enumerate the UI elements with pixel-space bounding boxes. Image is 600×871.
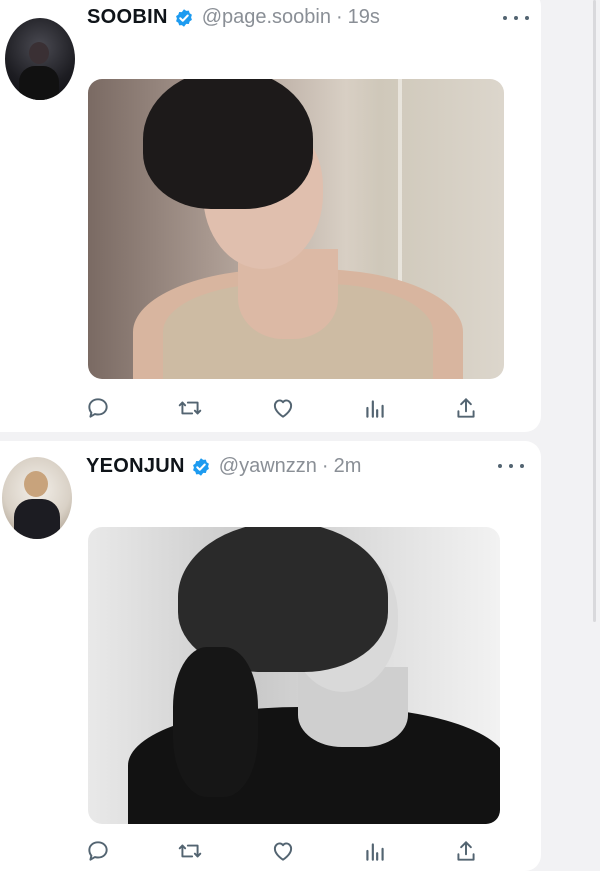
like-icon[interactable] (270, 838, 296, 864)
dot (509, 464, 513, 468)
share-icon[interactable] (453, 838, 479, 864)
share-icon[interactable] (453, 395, 479, 421)
photo-figure-shape (173, 647, 258, 797)
tweet-photo[interactable] (88, 79, 504, 379)
scrollbar[interactable] (593, 0, 596, 622)
photo-figure-shape (143, 79, 313, 209)
dot (503, 16, 507, 20)
avatar[interactable] (2, 457, 72, 539)
verified-badge-icon (192, 457, 209, 476)
tweet-header: SOOBIN @page.soobin · 19s (87, 6, 380, 29)
avatar-body-shape (19, 66, 59, 100)
avatar-body-shape (14, 499, 60, 539)
reply-icon[interactable] (85, 395, 111, 421)
dot (514, 16, 518, 20)
tweet-actions (85, 395, 485, 421)
timestamp[interactable]: 19s (348, 6, 380, 29)
retweet-icon[interactable] (177, 838, 203, 864)
timestamp[interactable]: 2m (334, 455, 362, 478)
views-icon[interactable] (362, 395, 388, 421)
views-icon[interactable] (362, 838, 388, 864)
like-icon[interactable] (270, 395, 296, 421)
display-name[interactable]: SOOBIN (87, 6, 168, 29)
separator: · (336, 6, 343, 28)
handle[interactable]: @page.soobin (202, 6, 331, 29)
tweet-header: YEONJUN @yawnzzn · 2m (86, 455, 361, 478)
handle[interactable]: @yawnzzn (219, 455, 317, 478)
display-name[interactable]: YEONJUN (86, 455, 185, 478)
more-options-icon[interactable] (498, 460, 524, 472)
verified-badge-icon (175, 8, 192, 27)
reply-icon[interactable] (85, 838, 111, 864)
dot (525, 16, 529, 20)
more-options-icon[interactable] (503, 12, 529, 24)
dot (520, 464, 524, 468)
avatar-head-shape (29, 42, 49, 64)
tweet-actions (85, 838, 485, 864)
tweet-photo[interactable] (88, 527, 500, 824)
avatar[interactable] (5, 18, 75, 100)
avatar-head-shape (24, 471, 48, 497)
retweet-icon[interactable] (177, 395, 203, 421)
dot (498, 464, 502, 468)
separator: · (321, 455, 329, 477)
